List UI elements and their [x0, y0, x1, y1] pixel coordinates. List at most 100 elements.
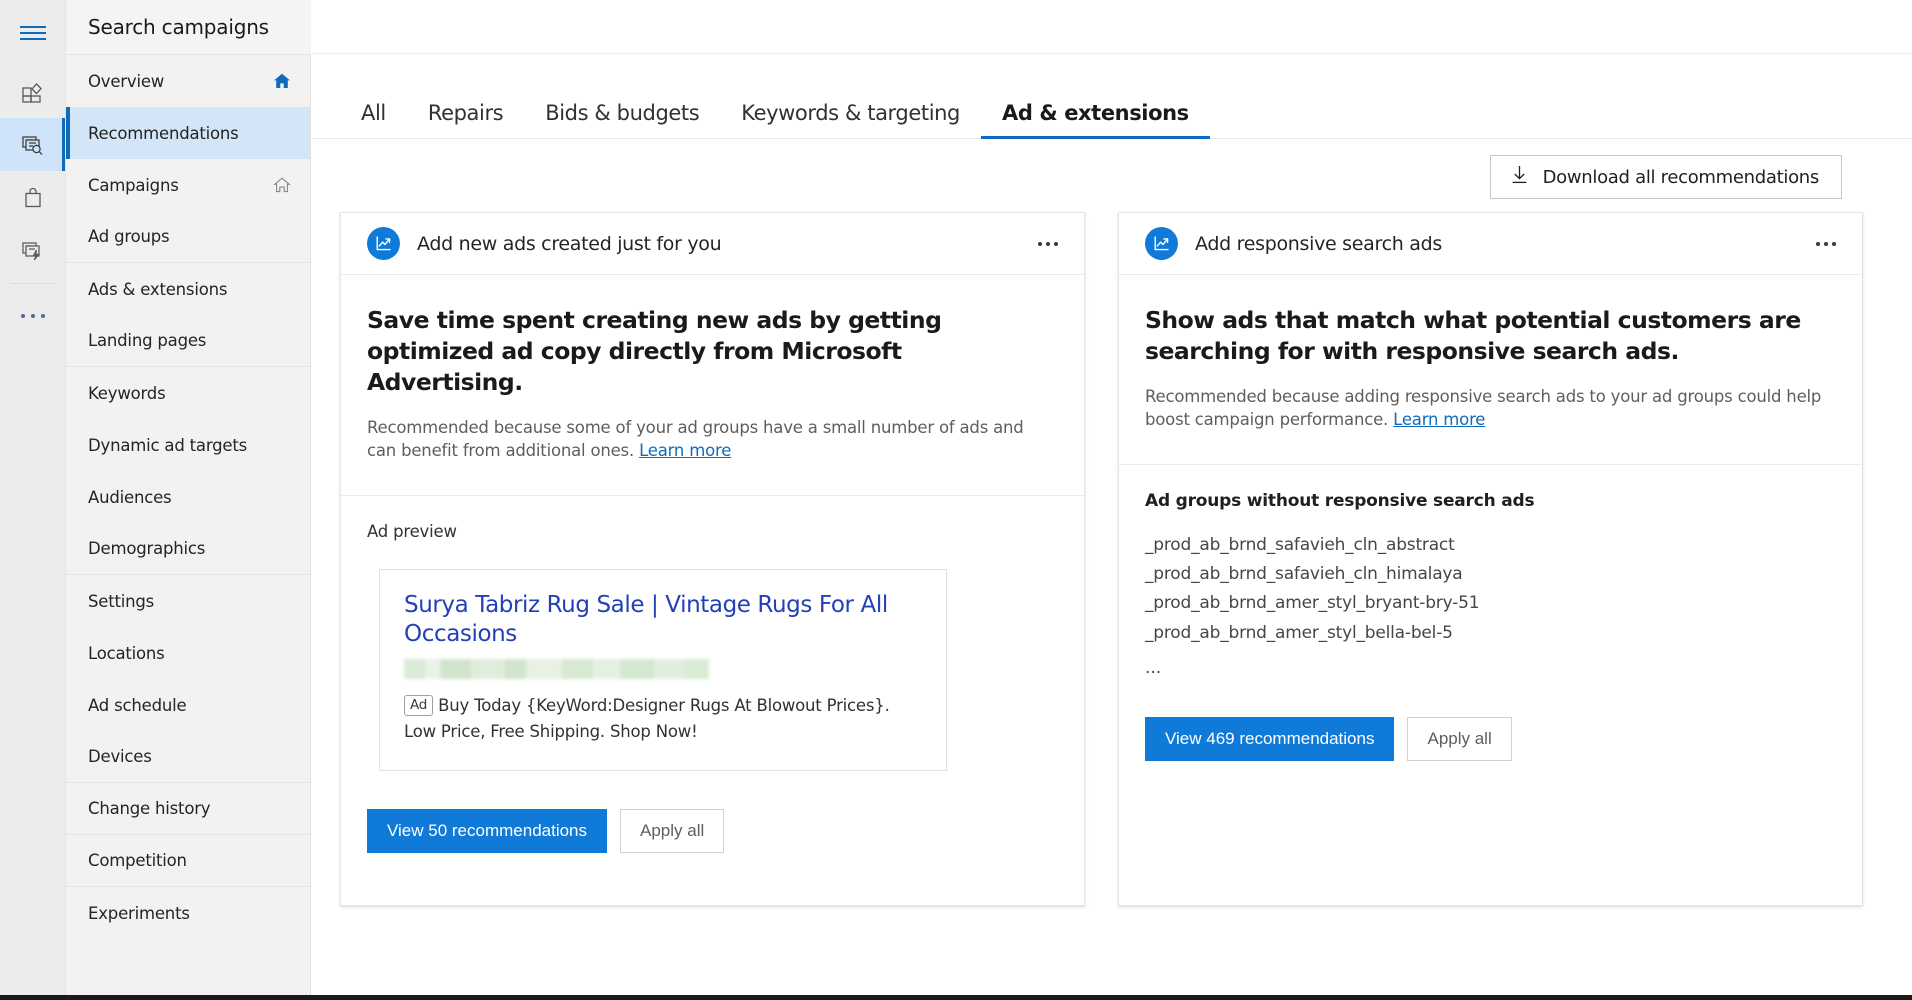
- automated-campaigns-icon: [20, 238, 46, 264]
- list-item: _prod_ab_brnd_amer_styl_bella-bel-5: [1145, 619, 1836, 648]
- ad-preview-title[interactable]: Surya Tabriz Rug Sale | Vintage Rugs For…: [404, 591, 922, 650]
- page-title: Search campaigns: [88, 15, 269, 39]
- sidebar-item-dynamic-ad-targets[interactable]: Dynamic ad targets: [66, 419, 310, 471]
- download-all-recommendations-button[interactable]: Download all recommendations: [1490, 155, 1842, 199]
- ad-badge-chip: Ad: [404, 695, 433, 716]
- sidebar-item-label: Locations: [88, 644, 292, 663]
- rail-divider: [10, 283, 55, 284]
- card-overflow-menu-button[interactable]: [1034, 236, 1062, 252]
- sidebar-item-ad-schedule[interactable]: Ad schedule: [66, 679, 310, 731]
- ad-preview-url-redacted: [404, 659, 709, 679]
- rail-item-automated-campaigns[interactable]: [0, 224, 65, 277]
- card-actions: View 50 recommendations Apply all: [341, 771, 1084, 905]
- ellipsis-dot-icon: [1824, 242, 1828, 246]
- nav-header: Search campaigns: [66, 0, 311, 54]
- application-window: Search campaigns Overview Recommendation…: [0, 0, 1912, 1000]
- view-recommendations-button[interactable]: View 50 recommendations: [367, 809, 607, 853]
- shopping-bag-icon: [20, 185, 46, 211]
- sidebar-item-audiences[interactable]: Audiences: [66, 471, 310, 523]
- download-arrow-icon: [1511, 165, 1528, 189]
- tab-keywords-targeting[interactable]: Keywords & targeting: [720, 103, 981, 138]
- ad-preview-box: Surya Tabriz Rug Sale | Vintage Rugs For…: [379, 569, 947, 771]
- card-header: Add new ads created just for you: [341, 213, 1084, 275]
- tab-all[interactable]: All: [340, 103, 407, 138]
- rail-item-dashboard[interactable]: [0, 65, 65, 118]
- sidebar-item-label: Landing pages: [88, 331, 292, 350]
- rail-item-shopping[interactable]: [0, 171, 65, 224]
- ellipsis-dot-icon: [1832, 242, 1836, 246]
- download-button-label: Download all recommendations: [1543, 167, 1819, 188]
- nav-sidebar: Overview Recommendations Campaigns Ad gr…: [66, 54, 311, 1000]
- hamburger-icon: [20, 25, 46, 41]
- ellipsis-dot-icon: [1054, 242, 1058, 246]
- sidebar-item-label: Devices: [88, 747, 292, 766]
- tab-bids-budgets[interactable]: Bids & budgets: [524, 103, 720, 138]
- view-recommendations-button[interactable]: View 469 recommendations: [1145, 717, 1394, 761]
- toolbar-row: Download all recommendations: [312, 155, 1912, 199]
- card-reason: Recommended because some of your ad grou…: [367, 416, 1057, 495]
- ellipsis-dot-icon: [41, 314, 45, 318]
- sidebar-item-label: Demographics: [88, 539, 292, 558]
- sidebar-item-keywords[interactable]: Keywords: [66, 367, 310, 419]
- tab-ad-extensions[interactable]: Ad & extensions: [981, 103, 1210, 138]
- ad-preview-description: AdBuy Today {KeyWord:Designer Rugs At Bl…: [404, 693, 922, 746]
- hamburger-menu-button[interactable]: [0, 0, 65, 65]
- sidebar-item-ads-extensions[interactable]: Ads & extensions: [66, 263, 310, 315]
- apply-all-button[interactable]: Apply all: [620, 809, 724, 853]
- home-outline-icon: [272, 175, 292, 195]
- recommendation-category-tabs: All Repairs Bids & budgets Keywords & ta…: [312, 54, 1912, 139]
- recommendation-cards: Add new ads created just for you Save ti…: [312, 212, 1912, 906]
- sidebar-item-label: Change history: [88, 799, 292, 818]
- sidebar-item-demographics[interactable]: Demographics: [66, 523, 310, 575]
- card-body: Show ads that match what potential custo…: [1119, 275, 1862, 464]
- sidebar-item-campaigns[interactable]: Campaigns: [66, 159, 310, 211]
- icon-rail: [0, 0, 66, 1000]
- sidebar-item-landing-pages[interactable]: Landing pages: [66, 315, 310, 367]
- sidebar-item-label: Keywords: [88, 384, 292, 403]
- sidebar-item-competition[interactable]: Competition: [66, 835, 310, 887]
- sidebar-item-ad-groups[interactable]: Ad groups: [66, 211, 310, 263]
- card-overflow-menu-button[interactable]: [1812, 236, 1840, 252]
- rail-more-options-button[interactable]: [0, 290, 65, 342]
- sidebar-item-label: Experiments: [88, 904, 292, 923]
- sidebar-item-label: Campaigns: [88, 176, 264, 195]
- recommendation-card-new-ads: Add new ads created just for you Save ti…: [340, 212, 1085, 906]
- list-item: _prod_ab_brnd_amer_styl_bryant-bry-51: [1145, 589, 1836, 618]
- learn-more-link[interactable]: Learn more: [1393, 410, 1485, 429]
- ellipsis-dot-icon: [21, 314, 25, 318]
- trending-chart-icon: [367, 227, 400, 260]
- sidebar-item-experiments[interactable]: Experiments: [66, 887, 310, 939]
- sidebar-item-locations[interactable]: Locations: [66, 627, 310, 679]
- ad-groups-section: Ad groups without responsive search ads …: [1119, 465, 1862, 683]
- ad-preview-description-text: Buy Today {KeyWord:Designer Rugs At Blow…: [404, 696, 890, 742]
- home-filled-icon: [272, 71, 292, 91]
- sidebar-item-label: Settings: [88, 592, 292, 611]
- ad-groups-section-title: Ad groups without responsive search ads: [1145, 491, 1836, 511]
- tab-repairs[interactable]: Repairs: [407, 103, 524, 138]
- sidebar-item-devices[interactable]: Devices: [66, 731, 310, 783]
- card-header: Add responsive search ads: [1119, 213, 1862, 275]
- sidebar-item-settings[interactable]: Settings: [66, 575, 310, 627]
- ad-preview-label: Ad preview: [367, 522, 1058, 541]
- top-strip: [312, 0, 1912, 54]
- ellipsis-dot-icon: [1816, 242, 1820, 246]
- sidebar-item-label: Ad groups: [88, 227, 292, 246]
- trending-chart-icon: [1145, 227, 1178, 260]
- card-title: Add responsive search ads: [1195, 233, 1812, 255]
- rail-item-recommendations[interactable]: [0, 118, 65, 171]
- main-content: All Repairs Bids & budgets Keywords & ta…: [312, 0, 1912, 1000]
- apply-all-button[interactable]: Apply all: [1407, 717, 1511, 761]
- ad-groups-list: _prod_ab_brnd_safavieh_cln_abstract _pro…: [1145, 531, 1836, 683]
- sidebar-item-label: Ad schedule: [88, 696, 292, 715]
- card-body: Save time spent creating new ads by gett…: [341, 275, 1084, 495]
- sidebar-item-label: Audiences: [88, 488, 292, 507]
- sidebar-item-recommendations[interactable]: Recommendations: [66, 107, 310, 159]
- recommendations-search-icon: [20, 132, 46, 158]
- sidebar-item-label: Recommendations: [88, 124, 292, 143]
- dashboard-grid-icon: [20, 79, 46, 105]
- sidebar-item-label: Competition: [88, 851, 292, 870]
- learn-more-link[interactable]: Learn more: [639, 441, 731, 460]
- sidebar-item-overview[interactable]: Overview: [66, 55, 310, 107]
- sidebar-item-label: Ads & extensions: [88, 280, 292, 299]
- sidebar-item-change-history[interactable]: Change history: [66, 783, 310, 835]
